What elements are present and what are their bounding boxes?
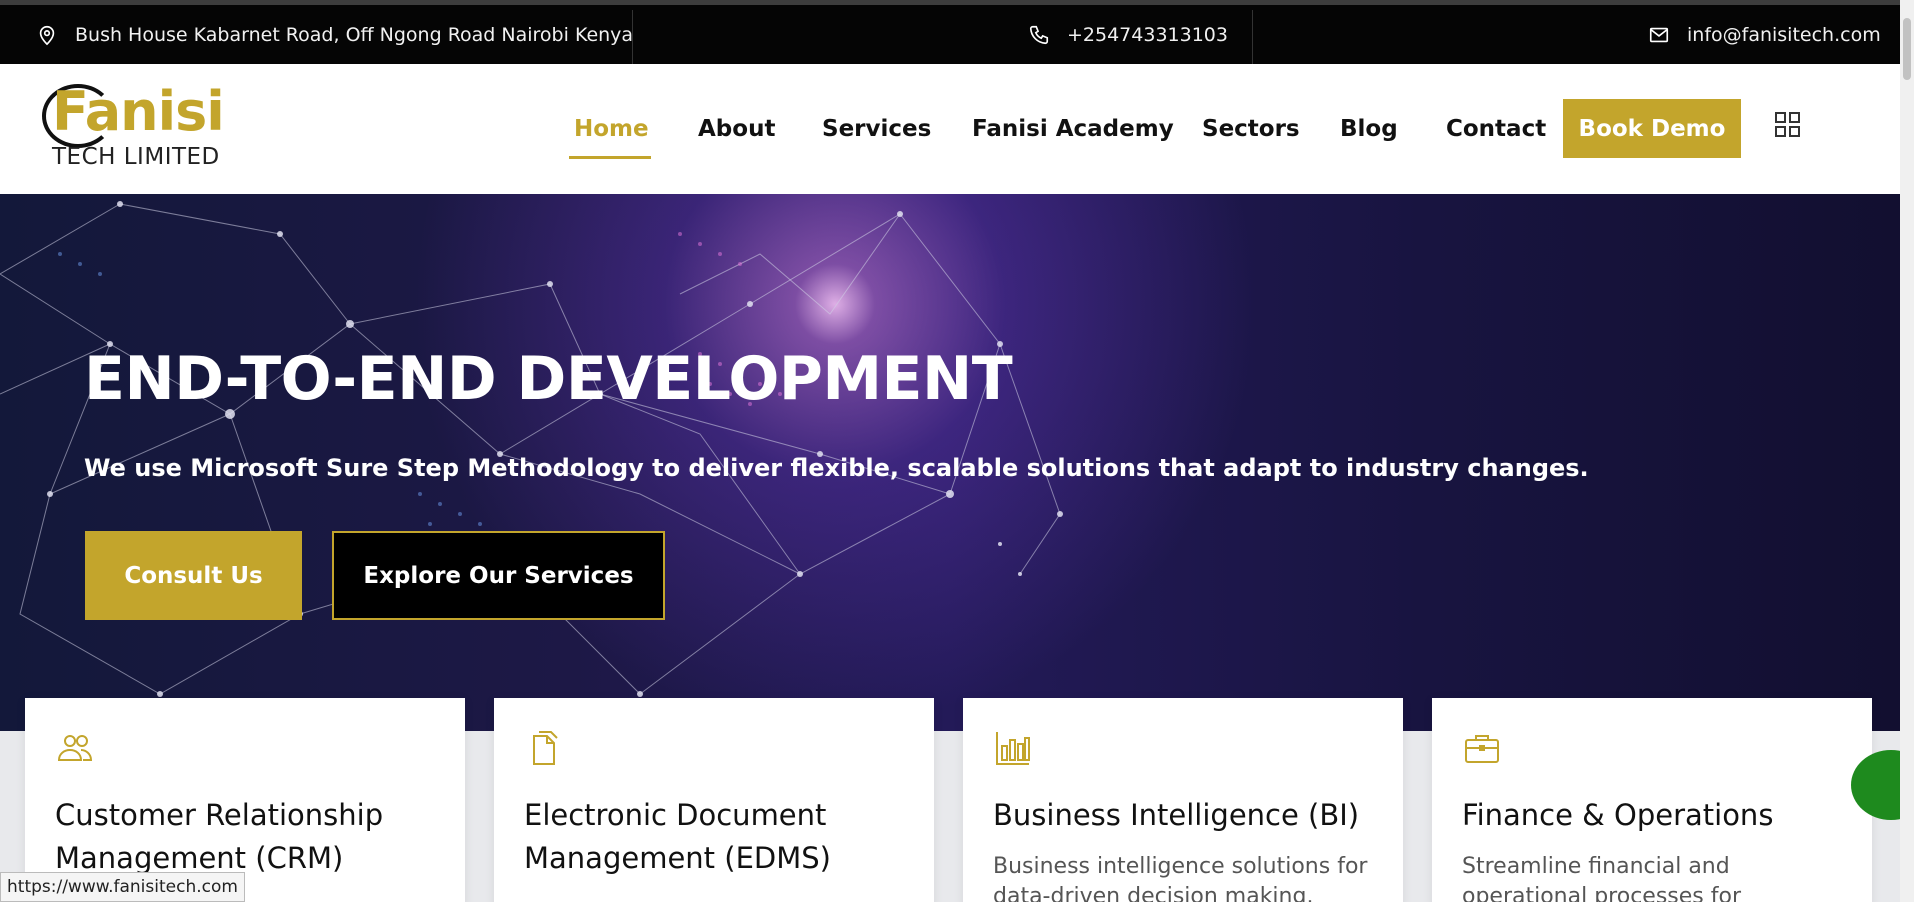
- hero-subtitle: We use Microsoft Sure Step Methodology t…: [84, 454, 1589, 482]
- email-text[interactable]: info@fanisitech.com: [1687, 24, 1881, 46]
- card-description: Business intelligence solutions for data…: [993, 854, 1368, 902]
- nav-fanisi-academy[interactable]: Fanisi Academy: [972, 116, 1174, 142]
- main-nav: Home About Services Fanisi Academy Secto…: [0, 64, 1900, 194]
- top-contact-bar: Bush House Kabarnet Road, Off Ngong Road…: [0, 0, 1900, 64]
- scrollbar-thumb[interactable]: [1903, 18, 1911, 80]
- site-header: Fanisi TECH LIMITED Home About Services …: [0, 64, 1900, 194]
- card-title: Customer Relationship Management (CRM): [55, 798, 384, 875]
- bar-chart-icon: [996, 732, 1030, 765]
- phone-icon: [1029, 25, 1049, 44]
- nav-about[interactable]: About: [698, 116, 775, 142]
- grid-menu-icon[interactable]: [1775, 112, 1801, 138]
- card-title: Electronic Document Management (EDMS): [524, 798, 831, 875]
- users-icon: [57, 735, 93, 761]
- email-item[interactable]: info@fanisitech.com: [1648, 5, 1881, 64]
- documents-icon: [533, 731, 558, 765]
- card-description: Streamline financial and operational pro…: [1462, 854, 1741, 902]
- explore-services-button[interactable]: Explore Our Services: [332, 531, 665, 620]
- nav-active-underline: [569, 156, 651, 159]
- hero-banner: END-TO-END DEVELOPMENT We use Microsoft …: [0, 194, 1900, 731]
- address-text: Bush House Kabarnet Road, Off Ngong Road…: [75, 23, 634, 46]
- nav-blog[interactable]: Blog: [1340, 116, 1398, 142]
- mail-icon: [1649, 27, 1669, 42]
- service-card-finance[interactable]: Finance & Operations Streamline financia…: [1432, 698, 1872, 902]
- nav-home[interactable]: Home: [574, 116, 649, 142]
- nav-contact[interactable]: Contact: [1446, 116, 1546, 142]
- phone-text[interactable]: +254743313103: [1067, 24, 1228, 46]
- location-pin-icon: [39, 25, 55, 45]
- page-scrollbar[interactable]: [1900, 0, 1914, 902]
- address-item: Bush House Kabarnet Road, Off Ngong Road…: [36, 5, 633, 64]
- card-title: Business Intelligence (BI): [993, 798, 1360, 832]
- book-demo-button[interactable]: Book Demo: [1563, 99, 1741, 158]
- topbar-divider: [1252, 10, 1253, 64]
- briefcase-icon: [1465, 735, 1499, 763]
- card-title: Finance & Operations: [1462, 798, 1774, 832]
- topbar-divider: [632, 10, 633, 64]
- hero-title: END-TO-END DEVELOPMENT: [84, 344, 1013, 414]
- consult-us-button[interactable]: Consult Us: [85, 531, 302, 620]
- service-card-bi[interactable]: Business Intelligence (BI) Business inte…: [963, 698, 1403, 902]
- phone-item[interactable]: +254743313103: [1028, 5, 1228, 64]
- status-bar-url: https://www.fanisitech.com: [0, 872, 245, 902]
- nav-sectors[interactable]: Sectors: [1202, 116, 1300, 142]
- nav-services[interactable]: Services: [822, 116, 931, 142]
- service-card-edms[interactable]: Electronic Document Management (EDMS): [494, 698, 934, 902]
